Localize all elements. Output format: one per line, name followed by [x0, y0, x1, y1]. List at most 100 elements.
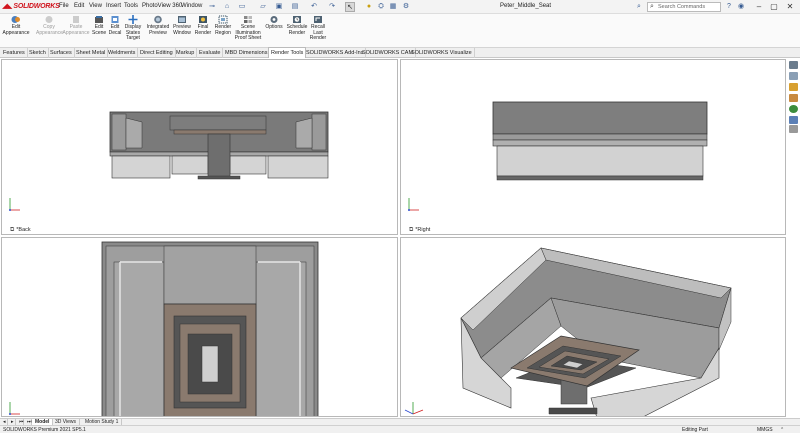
appearances-icon[interactable] [789, 105, 798, 113]
home-icon[interactable]: ⌂ [222, 2, 232, 12]
tab-evaluate[interactable]: Evaluate [197, 48, 224, 58]
tab-direct-editing[interactable]: Direct Editing [138, 48, 176, 58]
tab-weldments[interactable]: Weldments [106, 48, 139, 58]
tab-sheet-metal[interactable]: Sheet Metal [74, 48, 109, 58]
menu-view[interactable]: View [89, 3, 102, 9]
open-icon[interactable]: ▱ [258, 2, 268, 12]
tab-solidworks-visualize[interactable]: SOLIDWORKS Visualize [409, 48, 475, 58]
select-icon[interactable]: ↖ [345, 2, 355, 12]
viewport-label-back: ⧉ *Back [10, 227, 31, 233]
edit-decal-button[interactable]: Edit Decal [108, 15, 122, 36]
search-commands-input[interactable]: ⌕ Search Commands [647, 2, 721, 12]
edit-scene-button[interactable]: Edit Scene [92, 15, 106, 36]
tab-sketch[interactable]: Sketch [27, 48, 49, 58]
render-region-button[interactable]: Render Region [214, 15, 232, 36]
schedule-render-button[interactable]: Schedule Render [286, 15, 308, 36]
recall-render-icon [314, 16, 322, 23]
triad-icon [404, 402, 424, 415]
tab-render-tools[interactable]: Render Tools [268, 47, 307, 58]
tab-surfaces[interactable]: Surfaces [48, 48, 75, 58]
menu-photoview[interactable]: PhotoView 360 [142, 3, 182, 9]
scene-illumination-proof-sheet-button[interactable]: Scene Illumination Proof Sheet [233, 15, 263, 42]
edit-scene-icon [95, 16, 103, 23]
rebuild-icon[interactable]: ⛭ [376, 2, 386, 12]
view-palette-icon[interactable] [789, 94, 798, 102]
view-camera-icon: ⧉ [409, 227, 414, 233]
file-explorer-icon[interactable] [789, 83, 798, 91]
pin-icon[interactable]: ⊸ [207, 2, 217, 12]
viewport-top[interactable] [1, 237, 398, 417]
title-bar: ◢◣SOLIDWORKS File Edit View Insert Tools… [0, 0, 800, 14]
preview-window-button[interactable]: Preview Window [172, 15, 192, 36]
minimize-icon[interactable]: – [752, 1, 766, 13]
copy-appearance-button[interactable]: Copy Appearance [36, 15, 63, 36]
tab-solidworks-addins[interactable]: SOLIDWORKS Add-Ins [304, 48, 367, 58]
viewport-label-right: ⧉ *Right [409, 227, 431, 233]
schedule-render-icon [293, 16, 301, 23]
edit-decal-icon [111, 16, 119, 23]
menu-insert[interactable]: Insert [106, 3, 121, 9]
command-manager-ribbon: Edit Appearance Copy Appearance Paste Ap… [0, 14, 800, 48]
help-icon[interactable]: ⌕ [634, 2, 644, 12]
new-document-icon[interactable]: ▭ [237, 2, 247, 12]
custom-properties-icon[interactable] [789, 116, 798, 124]
help-question-icon[interactable]: ? [724, 2, 734, 12]
solidworks-logo[interactable]: ◢◣SOLIDWORKS [2, 2, 60, 12]
isometric-view-model [404, 247, 732, 416]
command-manager-tabs: Features Sketch Surfaces Sheet Metal Wel… [0, 47, 800, 58]
add-ins-icon[interactable] [789, 125, 798, 133]
right-view-model [408, 101, 708, 211]
tab-mbd-dimensions[interactable]: MBD Dimensions [223, 48, 271, 58]
integrated-preview-icon [154, 15, 162, 24]
tab-solidworks-cam[interactable]: SOLIDWORKS CAM [360, 48, 417, 58]
final-render-icon [199, 16, 207, 23]
edit-appearance-button[interactable]: Edit Appearance [2, 15, 30, 36]
viewport-right[interactable]: ⧉ *Right [400, 59, 786, 235]
menu-file[interactable]: File [59, 3, 69, 9]
preview-window-icon [178, 16, 186, 23]
triad-icon [9, 198, 20, 211]
menu-tools[interactable]: Tools [124, 3, 138, 9]
edit-appearance-icon [11, 16, 20, 23]
final-render-button[interactable]: Final Render [194, 15, 212, 36]
restore-icon[interactable]: ▢ [767, 1, 781, 13]
user-icon[interactable]: ◉ [736, 2, 746, 12]
render-region-icon [218, 15, 228, 24]
model-view-tabs: ◂ ▸ ⏮ ⏭ Model 3D Views Motion Study 1 [0, 418, 800, 426]
display-states-icon [128, 15, 138, 24]
traffic-light-icon[interactable]: ● [364, 2, 374, 12]
close-icon[interactable]: ✕ [783, 1, 797, 13]
paste-appearance-button[interactable]: Paste Appearance [62, 15, 90, 36]
status-bar: SOLIDWORKS Premium 2021 SP5.1 Editing Pa… [0, 425, 800, 433]
menu-edit[interactable]: Edit [74, 3, 84, 9]
options-button[interactable]: Options [264, 15, 284, 31]
task-pane-tabs [787, 58, 800, 133]
scene-illumination-icon [244, 16, 252, 23]
view-camera-icon: ⧉ [10, 227, 15, 233]
options-gear-icon[interactable]: ⚙ [401, 2, 411, 12]
copy-appearance-icon [45, 16, 53, 23]
viewport-back[interactable]: ⧉ *Back [1, 59, 398, 235]
solidworks-resources-icon[interactable] [789, 61, 798, 69]
paste-appearance-icon [73, 16, 79, 23]
display-states-target-button[interactable]: Display States Target [124, 15, 142, 42]
file-properties-icon[interactable]: ▦ [388, 2, 398, 12]
menu-window[interactable]: Window [181, 3, 202, 9]
triad-icon [9, 402, 20, 415]
search-icon: ⌕ [650, 3, 654, 10]
redo-icon[interactable]: ↷ [327, 2, 337, 12]
back-view-model [9, 111, 329, 211]
tab-markup[interactable]: Markup [174, 48, 198, 58]
integrated-preview-button[interactable]: Integrated Preview [145, 15, 171, 36]
graphics-area[interactable]: ⧉ *Back ⧉ *Right [0, 58, 800, 418]
undo-icon[interactable]: ↶ [309, 2, 319, 12]
design-library-icon[interactable] [789, 72, 798, 80]
save-icon[interactable]: ▣ [274, 2, 284, 12]
triad-icon [408, 198, 419, 211]
print-icon[interactable]: ▤ [290, 2, 300, 12]
tab-features[interactable]: Features [1, 48, 28, 58]
options-icon [270, 16, 278, 23]
viewport-isometric[interactable] [400, 237, 786, 417]
recall-last-render-button[interactable]: Recall Last Render [309, 15, 327, 42]
top-view-model [9, 241, 319, 416]
